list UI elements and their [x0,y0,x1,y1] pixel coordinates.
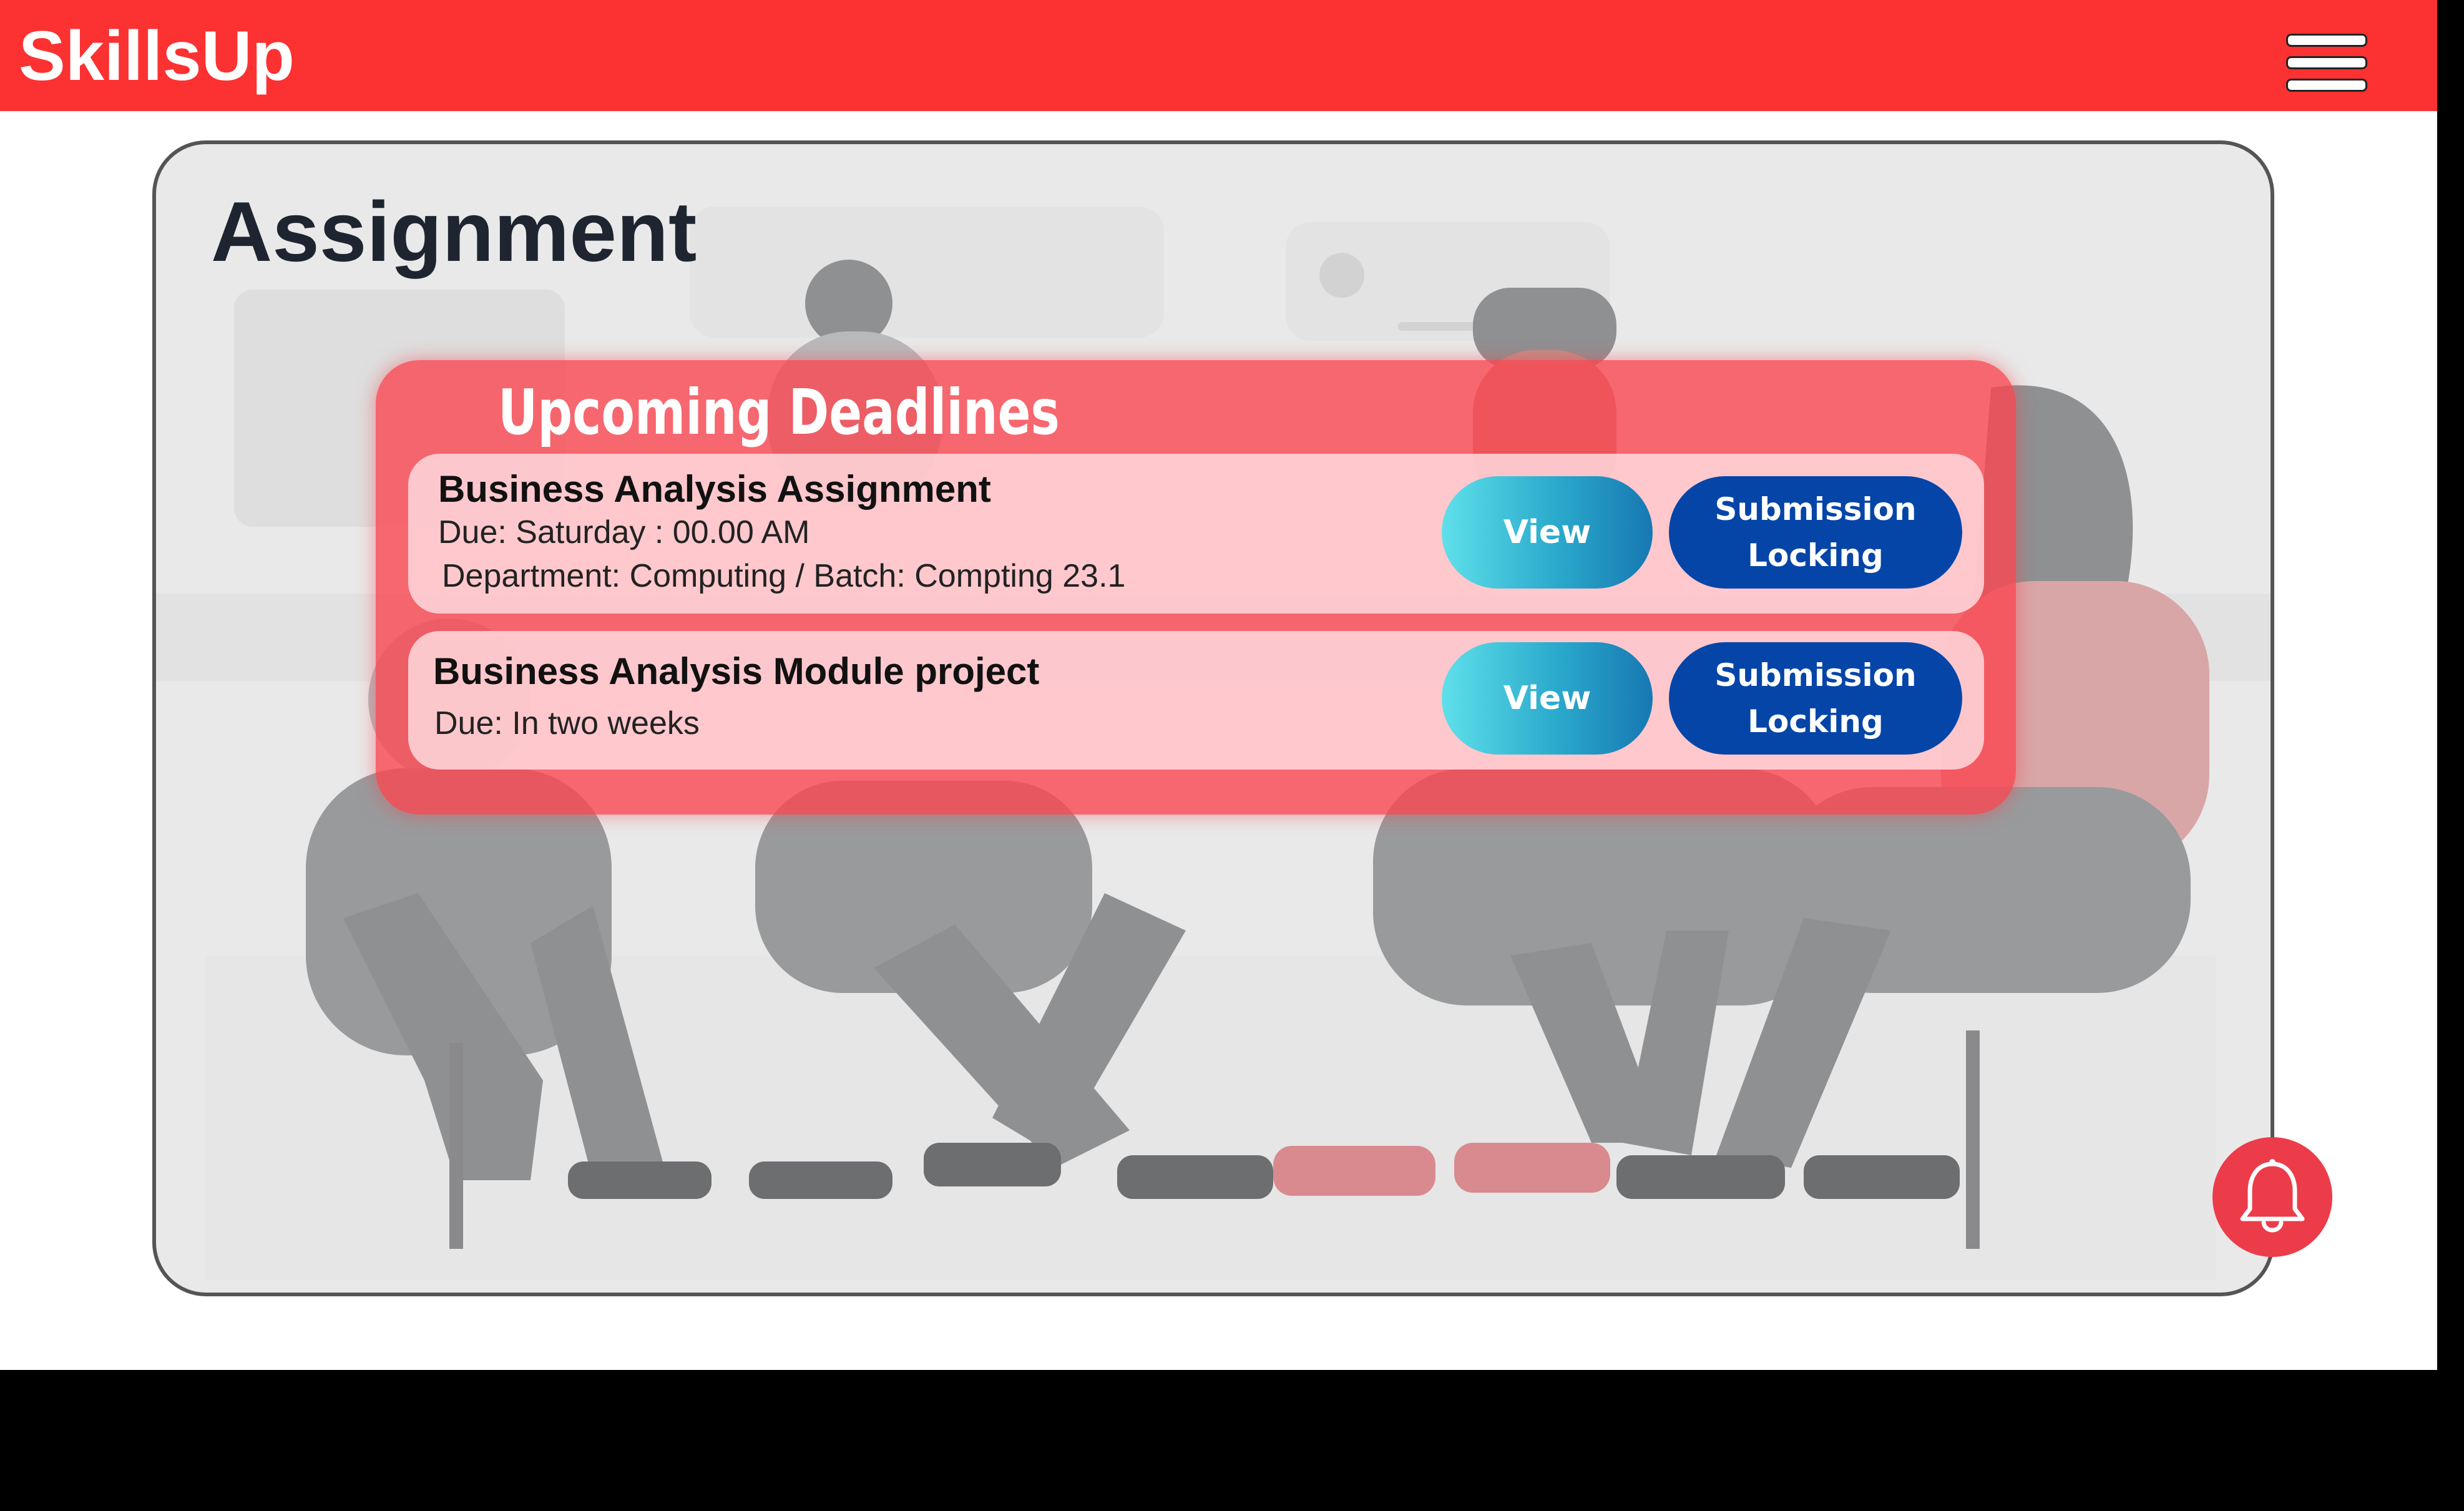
brand-logo[interactable]: SkillsUp [19,12,295,100]
submission-locking-button[interactable]: Submission Locking [1669,642,1962,755]
app-screen: SkillsUp Assignment Upcoming Deadlines B… [0,0,2437,1370]
upcoming-deadlines-title: Upcoming Deadlines [498,376,1060,449]
bell-icon [2240,1159,2305,1233]
view-button[interactable]: View [1442,642,1653,755]
hamburger-menu-icon[interactable] [2281,30,2369,95]
upcoming-deadlines-card: Upcoming Deadlines Business Analysis Ass… [376,360,2016,814]
assignment-name: Business Analysis Module project [433,650,1040,692]
submission-locking-button[interactable]: Submission Locking [1669,476,1962,589]
submission-locking-label: Submission Locking [1714,657,1917,740]
assignment-due: Due: In two weeks [434,705,700,741]
submission-locking-label: Submission Locking [1714,491,1917,574]
notification-button[interactable] [2212,1137,2332,1257]
page-title: Assignment [211,184,697,279]
top-bar: SkillsUp [0,0,2437,111]
assignment-department: Department: Computing / Batch: Compting … [442,558,1126,594]
assignment-name: Business Analysis Assignment [438,468,991,510]
deadline-item: Business Analysis Module project Due: In… [408,631,1984,770]
view-button[interactable]: View [1442,476,1653,589]
assignment-due: Due: Saturday : 00.00 AM [438,514,810,550]
deadline-item: Business Analysis Assignment Due: Saturd… [408,454,1984,614]
assignment-panel: Assignment Upcoming Deadlines Business A… [152,140,2274,1296]
